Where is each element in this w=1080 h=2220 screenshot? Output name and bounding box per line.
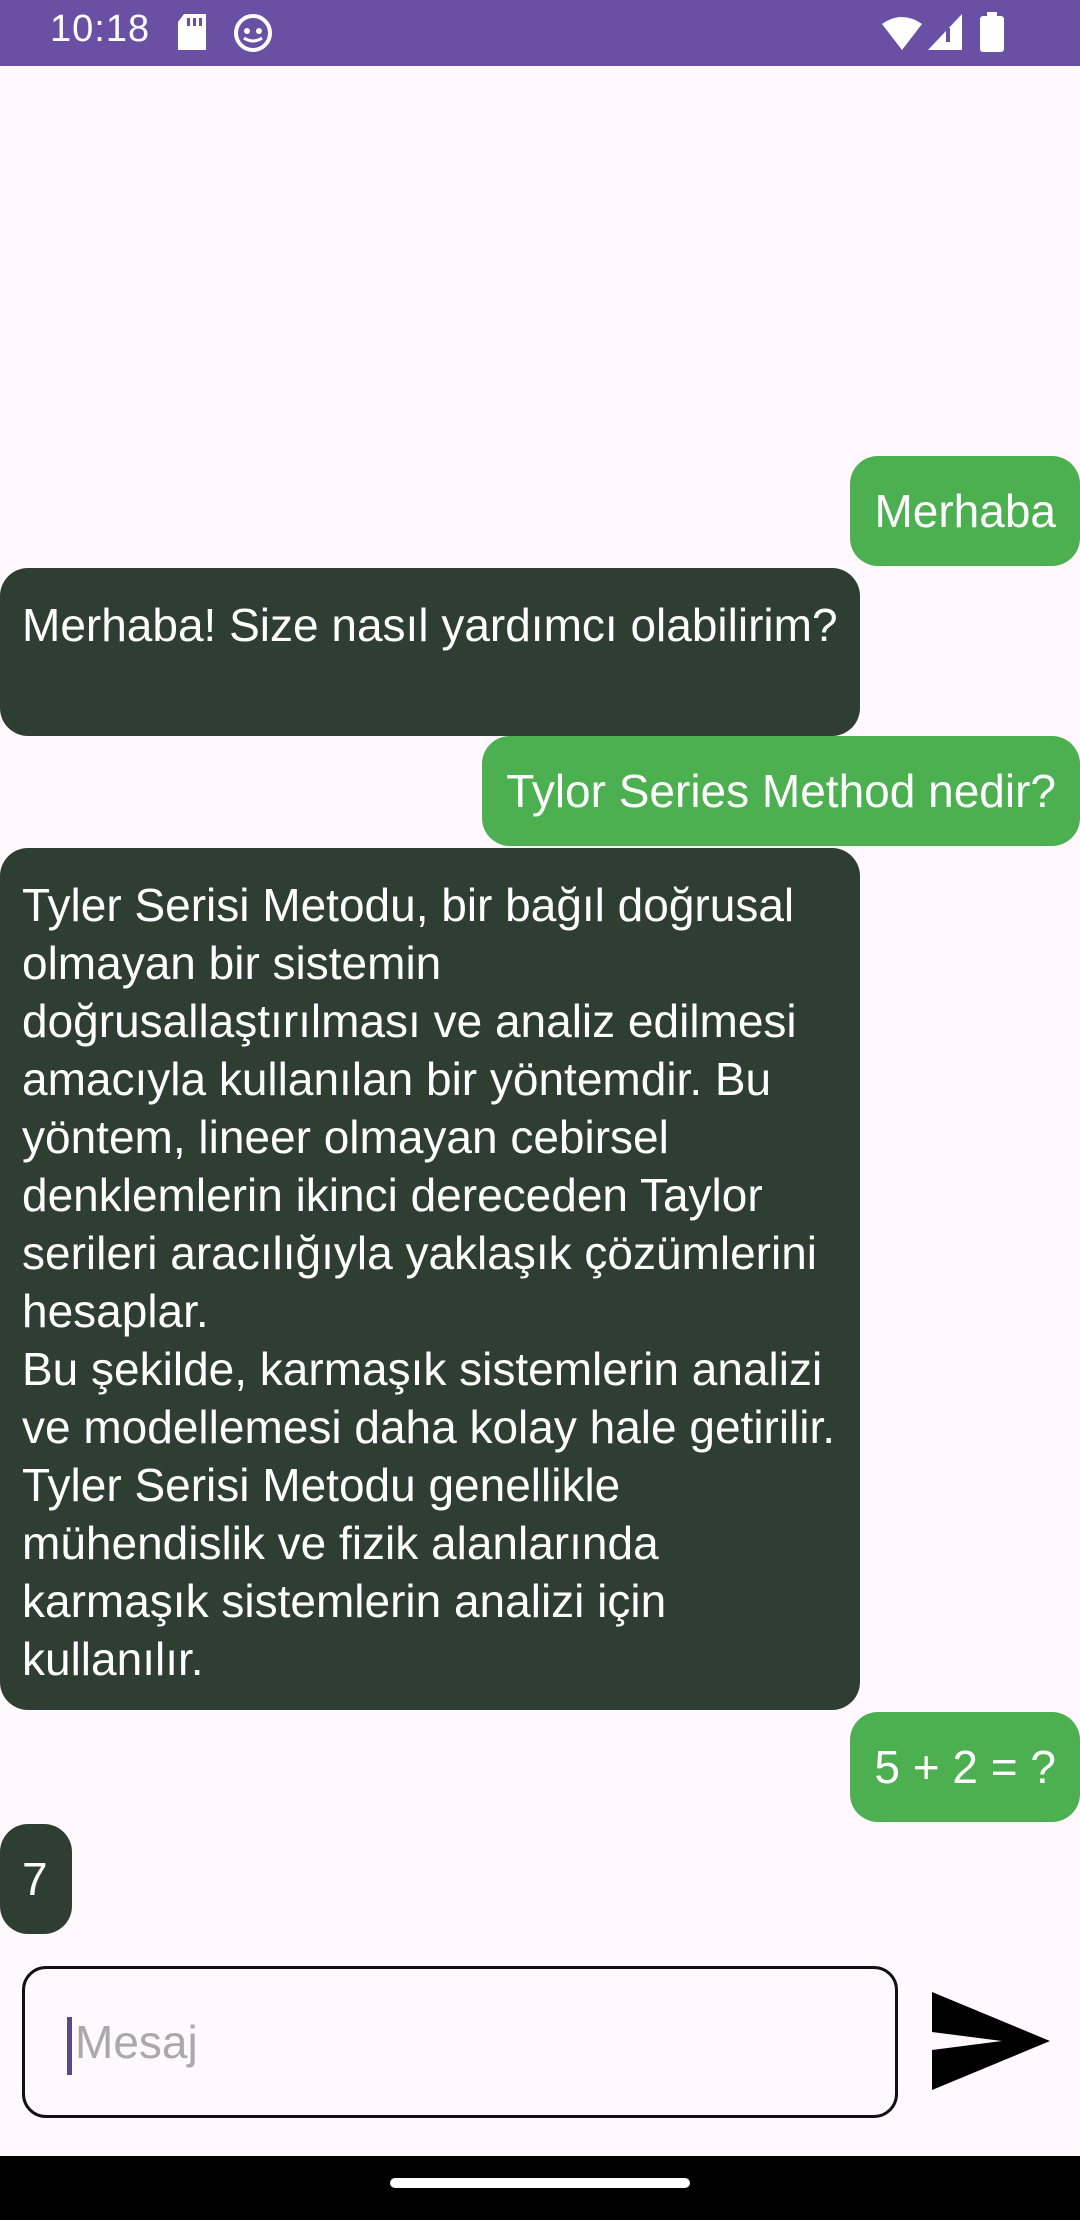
signal-icon: [928, 14, 962, 50]
bot-message: Tyler Serisi Metodu, bir bağıl doğrusal …: [0, 848, 860, 1710]
status-bar: 10:18: [0, 0, 1080, 66]
status-time: 10:18: [50, 8, 151, 50]
user-message: 5 + 2 = ?: [850, 1712, 1080, 1822]
wifi-icon: [882, 17, 922, 50]
navigation-bar: [0, 2156, 1080, 2220]
android-debug-icon: [234, 14, 272, 52]
user-message: Tylor Series Method nedir?: [482, 736, 1080, 846]
sd-card-icon: [178, 14, 206, 50]
home-gesture-handle[interactable]: [390, 2178, 690, 2188]
bot-message: Merhaba! Size nasıl yardımcı olabilirim?: [0, 568, 860, 736]
composer-bar: Mesaj: [0, 1956, 1080, 2156]
message-placeholder: Mesaj: [75, 2016, 198, 2068]
bot-message: 7: [0, 1824, 72, 1934]
battery-icon: [980, 12, 1004, 52]
send-icon[interactable]: [930, 1990, 1052, 2092]
user-message: Merhaba: [850, 456, 1080, 566]
chat-list[interactable]: Merhaba Merhaba! Size nasıl yardımcı ola…: [0, 66, 1080, 1956]
message-input[interactable]: Mesaj: [22, 1966, 898, 2118]
text-cursor: [67, 2017, 72, 2075]
